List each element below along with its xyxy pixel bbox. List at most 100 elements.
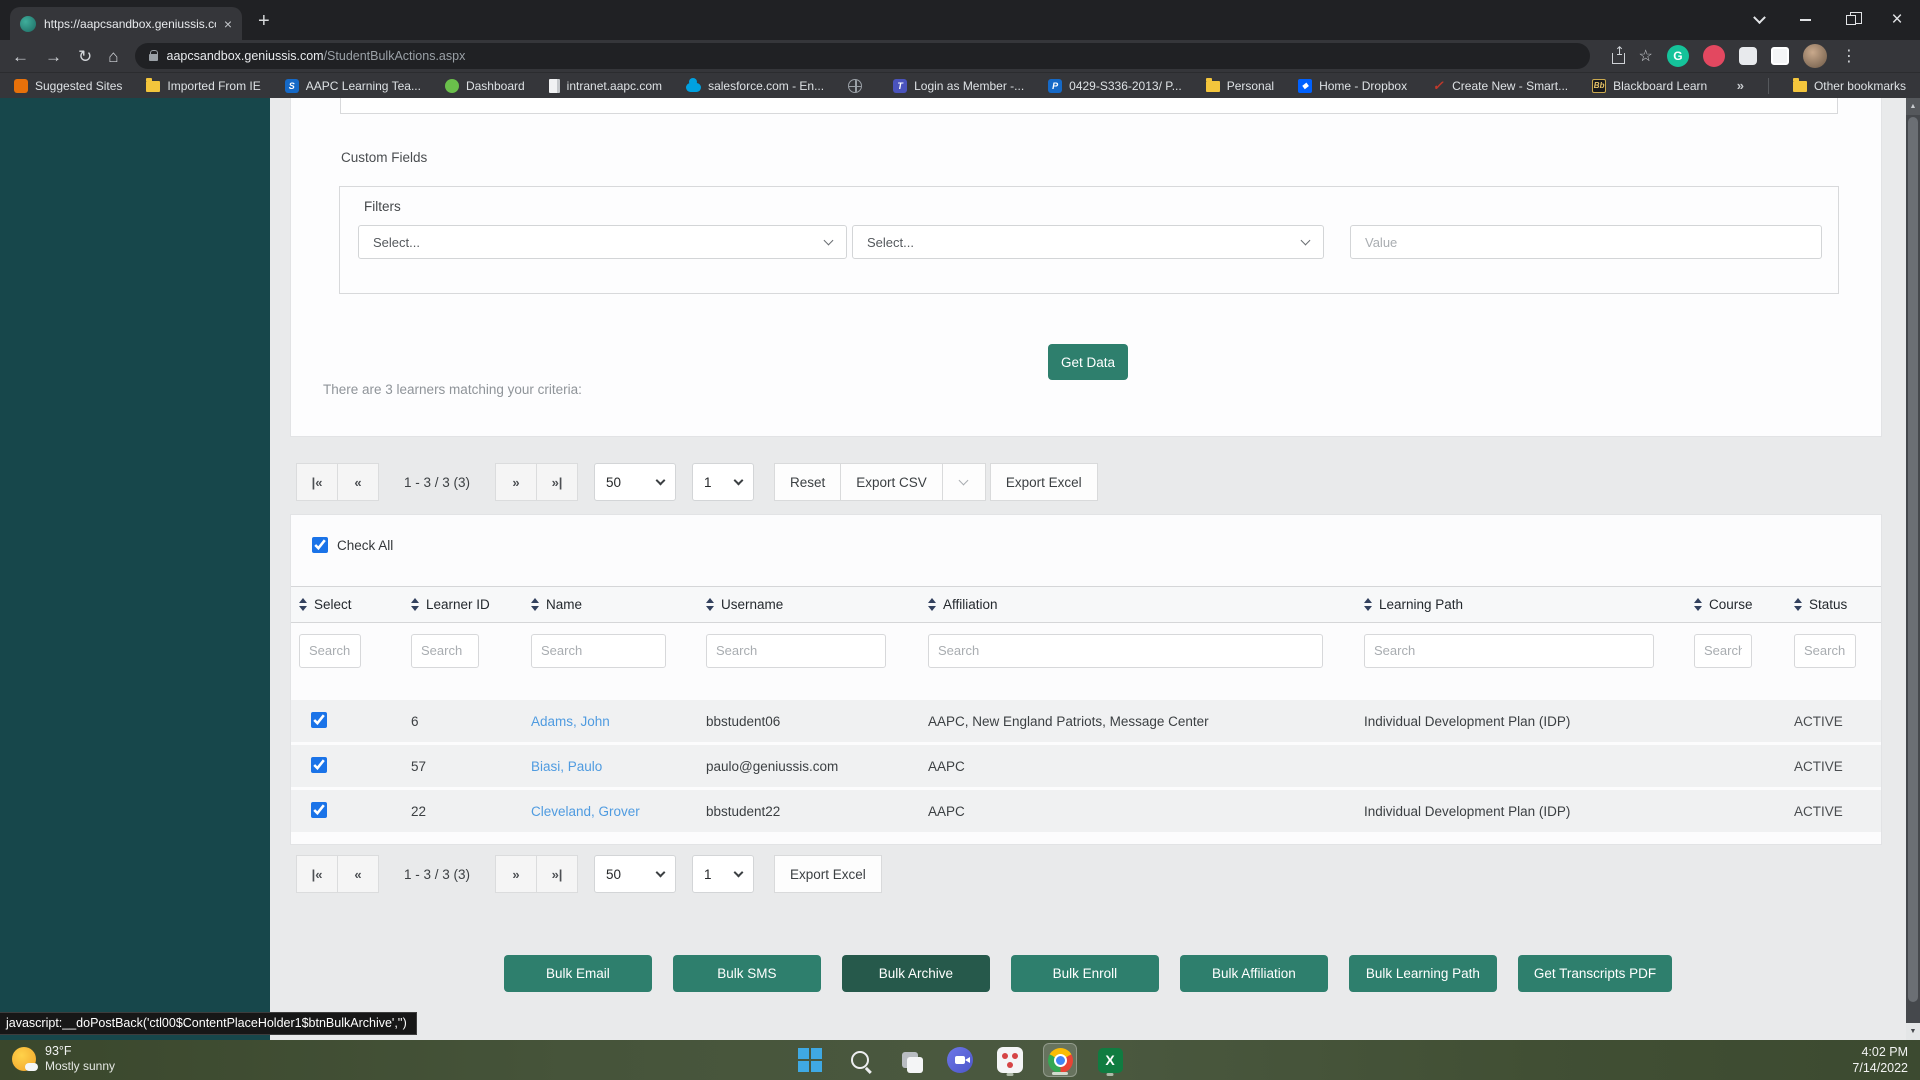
- filter-operator-select[interactable]: Select...: [852, 225, 1324, 259]
- export-excel-button[interactable]: Export Excel: [989, 463, 1098, 501]
- bookmark-intranet[interactable]: intranet.aapc.com: [548, 78, 662, 93]
- other-bookmarks-button[interactable]: Other bookmarks: [1792, 78, 1906, 93]
- search-learner-id-input[interactable]: [411, 633, 479, 668]
- reset-button[interactable]: Reset: [774, 463, 842, 501]
- grammarly-extension-icon[interactable]: G: [1666, 45, 1689, 67]
- sort-icon[interactable]: [928, 598, 936, 611]
- scroll-up-icon[interactable]: ▲: [1906, 98, 1920, 115]
- column-header-affiliation[interactable]: Affiliation: [928, 597, 1364, 612]
- taskbar-weather-widget[interactable]: 93°F Mostly sunny: [12, 1044, 115, 1074]
- sort-icon[interactable]: [1794, 598, 1802, 611]
- bookmark-dropbox[interactable]: ◆ Home - Dropbox: [1298, 78, 1407, 93]
- taskbar-clock[interactable]: 4:02 PM 7/14/2022: [1852, 1044, 1908, 1076]
- scroll-down-icon[interactable]: ▼: [1906, 1023, 1920, 1040]
- search-learning-path-input[interactable]: [1364, 633, 1654, 668]
- task-view-button[interactable]: [893, 1043, 927, 1077]
- filter-field-select[interactable]: Select...: [358, 225, 847, 259]
- bookmarks-overflow-icon[interactable]: »: [1737, 78, 1744, 93]
- cell-name-link[interactable]: Adams, John: [531, 714, 706, 729]
- filter-value-input[interactable]: [1350, 225, 1822, 259]
- reload-icon[interactable]: ↻: [78, 48, 92, 65]
- lock-icon[interactable]: [148, 50, 159, 61]
- search-affiliation-input[interactable]: [928, 633, 1323, 668]
- excel-taskbar-button[interactable]: X: [1093, 1043, 1127, 1077]
- profile-avatar[interactable]: [1802, 44, 1827, 68]
- search-status-input[interactable]: [1794, 633, 1856, 668]
- bulk-archive-button[interactable]: Bulk Archive: [841, 955, 990, 992]
- column-header-learner-id[interactable]: Learner ID: [411, 597, 531, 612]
- address-bar[interactable]: aapcsandbox.geniussis.com/StudentBulkAct…: [134, 43, 1590, 69]
- prev-page-button[interactable]: «: [337, 855, 379, 893]
- cell-name-link[interactable]: Cleveland, Grover: [531, 804, 706, 819]
- next-page-button[interactable]: »: [495, 855, 537, 893]
- row-checkbox[interactable]: [311, 801, 327, 818]
- sort-icon[interactable]: [706, 598, 714, 611]
- bookmark-globe[interactable]: [848, 78, 869, 93]
- extension-square-icon[interactable]: [1770, 47, 1789, 65]
- bookmark-imported-from-ie[interactable]: Imported From IE: [146, 78, 261, 93]
- bookmark-aapc-learning[interactable]: S AAPC Learning Tea...: [284, 78, 421, 93]
- bookmark-personal[interactable]: Personal: [1205, 78, 1274, 93]
- get-data-button[interactable]: Get Data: [1048, 344, 1128, 380]
- page-number-select[interactable]: 1: [692, 463, 754, 501]
- search-course-input[interactable]: [1694, 633, 1752, 668]
- tab-close-icon[interactable]: ×: [224, 16, 232, 32]
- new-tab-button[interactable]: +: [258, 11, 270, 31]
- export-csv-button[interactable]: Export CSV: [840, 463, 943, 501]
- tab-search-icon[interactable]: [1736, 3, 1782, 37]
- bookmark-create-new-smart[interactable]: ✓ Create New - Smart...: [1431, 78, 1568, 93]
- browser-menu-icon[interactable]: ⋮: [1841, 46, 1857, 66]
- sort-icon[interactable]: [299, 598, 307, 611]
- bulk-learning-path-button[interactable]: Bulk Learning Path: [1348, 955, 1497, 992]
- first-page-button[interactable]: |«: [296, 855, 338, 893]
- chrome-taskbar-button[interactable]: [1043, 1043, 1077, 1077]
- prev-page-button[interactable]: «: [337, 463, 379, 501]
- export-excel-button[interactable]: Export Excel: [774, 855, 882, 893]
- row-checkbox[interactable]: [311, 756, 327, 773]
- column-header-course[interactable]: Course: [1694, 597, 1794, 612]
- search-select-input[interactable]: [299, 633, 361, 668]
- page-size-select[interactable]: 50: [594, 463, 676, 501]
- share-icon[interactable]: [1611, 44, 1625, 64]
- home-icon[interactable]: ⌂: [108, 48, 118, 65]
- browser-tab[interactable]: https://aapcsandbox.geniussis.co ×: [10, 7, 242, 40]
- first-page-button[interactable]: |«: [296, 463, 338, 501]
- column-header-username[interactable]: Username: [706, 597, 928, 612]
- sort-icon[interactable]: [1364, 598, 1372, 611]
- next-page-button[interactable]: »: [495, 463, 537, 501]
- sort-icon[interactable]: [1694, 598, 1702, 611]
- taskbar-search-button[interactable]: [843, 1043, 877, 1077]
- restore-button[interactable]: [1828, 3, 1874, 37]
- bulk-sms-button[interactable]: Bulk SMS: [672, 955, 821, 992]
- back-icon[interactable]: ←: [12, 48, 29, 65]
- last-page-button[interactable]: »|: [536, 855, 578, 893]
- bookmark-login-as-member[interactable]: T Login as Member -...: [893, 78, 1024, 93]
- check-all-checkbox[interactable]: [312, 537, 328, 553]
- column-header-status[interactable]: Status: [1794, 597, 1880, 612]
- bulk-email-button[interactable]: Bulk Email: [503, 955, 652, 992]
- column-header-select[interactable]: Select: [299, 597, 411, 612]
- sort-icon[interactable]: [531, 598, 539, 611]
- teams-chat-button[interactable]: [943, 1043, 977, 1077]
- row-checkbox[interactable]: [311, 711, 327, 728]
- search-name-input[interactable]: [531, 633, 666, 668]
- minimize-button[interactable]: [1782, 3, 1828, 37]
- page-scrollbar[interactable]: ▲ ▼: [1906, 98, 1920, 1040]
- bookmark-dashboard[interactable]: Dashboard: [444, 78, 525, 93]
- sort-icon[interactable]: [411, 598, 419, 611]
- bookmark-suggested-sites[interactable]: Suggested Sites: [14, 78, 122, 93]
- pinned-app-button[interactable]: [993, 1043, 1027, 1077]
- last-page-button[interactable]: »|: [536, 463, 578, 501]
- column-header-name[interactable]: Name: [531, 597, 706, 612]
- extensions-puzzle-icon[interactable]: [1738, 47, 1757, 65]
- bulk-affiliation-button[interactable]: Bulk Affiliation: [1179, 955, 1328, 992]
- page-number-select[interactable]: 1: [692, 855, 754, 893]
- bookmark-salesforce[interactable]: salesforce.com - En...: [686, 78, 824, 93]
- red-extension-icon[interactable]: [1702, 45, 1725, 67]
- column-header-learning-path[interactable]: Learning Path: [1364, 597, 1694, 612]
- close-button[interactable]: ×: [1874, 3, 1920, 37]
- get-transcripts-pdf-button[interactable]: Get Transcripts PDF: [1517, 955, 1673, 992]
- bookmark-0429[interactable]: P 0429-S336-2013/ P...: [1048, 78, 1182, 93]
- bulk-enroll-button[interactable]: Bulk Enroll: [1010, 955, 1159, 992]
- export-csv-dropdown[interactable]: [941, 463, 986, 501]
